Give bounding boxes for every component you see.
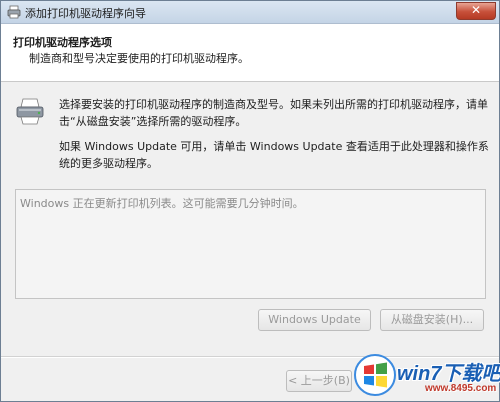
- back-button[interactable]: < 上一步(B): [286, 370, 352, 392]
- wizard-header: 打印机驱动程序选项 制造商和型号决定要使用的打印机驱动程序。: [1, 24, 499, 82]
- title-bar[interactable]: 添加打印机驱动程序向导 ✕: [1, 1, 499, 24]
- page-title: 打印机驱动程序选项: [13, 36, 112, 49]
- windows-logo-icon: [354, 354, 396, 396]
- windows-update-button[interactable]: Windows Update: [258, 309, 371, 331]
- printer-list[interactable]: Windows 正在更新打印机列表。这可能需要几分钟时间。: [15, 189, 486, 299]
- have-disk-button[interactable]: 从磁盘安装(H)...: [380, 309, 484, 331]
- close-icon: ✕: [470, 3, 482, 17]
- list-status-message: Windows 正在更新打印机列表。这可能需要几分钟时间。: [20, 197, 304, 210]
- printer-icon: [7, 5, 21, 19]
- instructions-text: 选择要安装的打印机驱动程序的制造商及型号。如果未列出所需的打印机驱动程序，请单击…: [59, 98, 488, 128]
- site-watermark: win7下载吧 www.8495.com: [351, 349, 500, 401]
- printer-icon: [16, 98, 44, 125]
- watermark-url: www.8495.com: [425, 383, 497, 394]
- page-subtitle: 制造商和型号决定要使用的打印机驱动程序。: [29, 52, 249, 65]
- windows-update-info-text: 如果 Windows Update 可用，请单击 Windows Update …: [59, 140, 489, 170]
- wizard-window: 添加打印机驱动程序向导 ✕ 打印机驱动程序选项 制造商和型号决定要使用的打印机驱…: [0, 0, 500, 402]
- close-button[interactable]: ✕: [456, 2, 496, 20]
- window-title: 添加打印机驱动程序向导: [25, 7, 146, 20]
- watermark-brand: win7下载吧: [397, 363, 500, 385]
